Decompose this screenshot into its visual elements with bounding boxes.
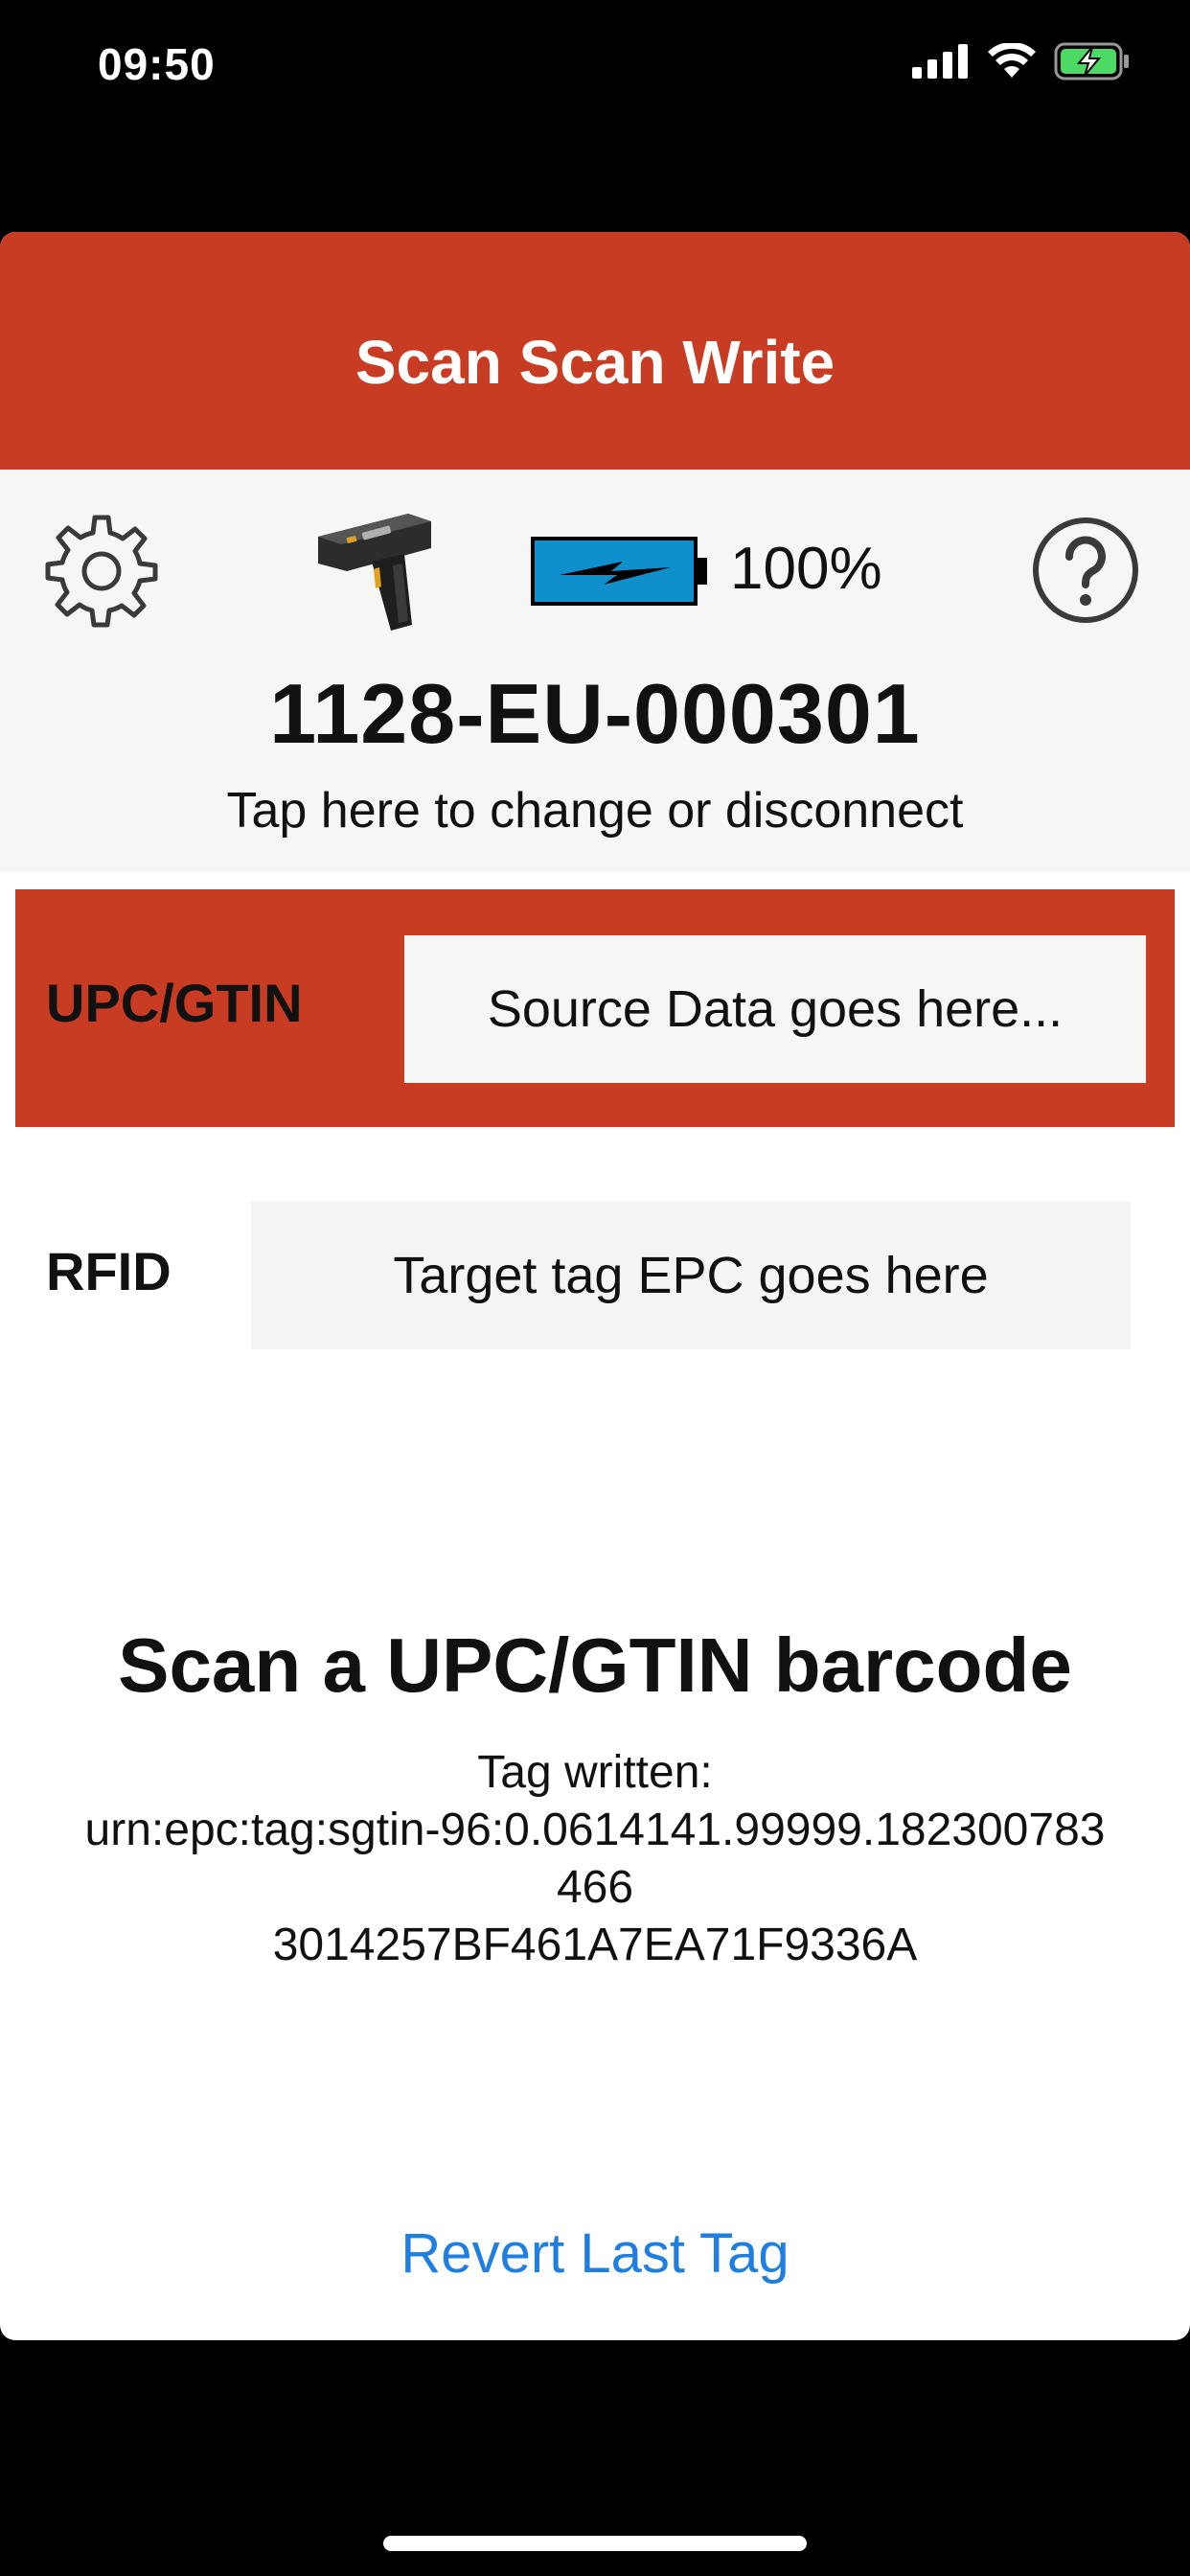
rfid-scanner-image (318, 514, 431, 631)
tag-uri-line1: urn:epc:tag:sgtin-96:0.0614141.99999.182… (84, 1805, 1106, 1855)
status-icons (912, 42, 1131, 80)
battery-charging-icon (1054, 42, 1129, 80)
wifi-icon (988, 43, 1036, 78)
device-hint[interactable]: Tap here to change or disconnect (0, 782, 1190, 840)
help-icon[interactable] (1031, 516, 1140, 625)
tag-written-label: Tag written: (477, 1747, 713, 1798)
scan-prompt: Scan a UPC/GTIN barcode (118, 1622, 1072, 1708)
rfid-input[interactable] (251, 1202, 1131, 1349)
status-bar: 09:50 (0, 0, 1190, 134)
status-time: 09:50 (98, 39, 216, 89)
revert-last-tag-button[interactable]: Revert Last Tag (0, 2221, 1190, 2286)
tag-info: Tag written: urn:epc:tag:sgtin-96:0.0614… (0, 1744, 1190, 1974)
app-card: Scan Scan Write 100% 1128-EU-000301 Tap … (0, 232, 1190, 2340)
battery-icon (531, 537, 707, 606)
tag-hex: 3014257BF461A7EA71F9336A (272, 1920, 918, 1970)
app-header: Scan Scan Write (0, 232, 1190, 470)
rfid-label: RFID (46, 1241, 172, 1301)
tag-uri-line2: 466 (556, 1862, 634, 1913)
cellular-signal-icon (912, 44, 968, 79)
upc-input[interactable] (404, 935, 1146, 1083)
gear-icon[interactable] (42, 512, 161, 631)
home-indicator[interactable] (383, 2536, 807, 2551)
device-panel[interactable]: 100% 1128-EU-000301 Tap here to change o… (0, 470, 1190, 872)
app-title: Scan Scan Write (355, 328, 835, 397)
device-id: 1128-EU-000301 (269, 666, 921, 761)
upc-label: UPC/GTIN (46, 973, 303, 1033)
upc-row: UPC/GTIN (15, 889, 1175, 1127)
battery-percent: 100% (730, 536, 882, 602)
